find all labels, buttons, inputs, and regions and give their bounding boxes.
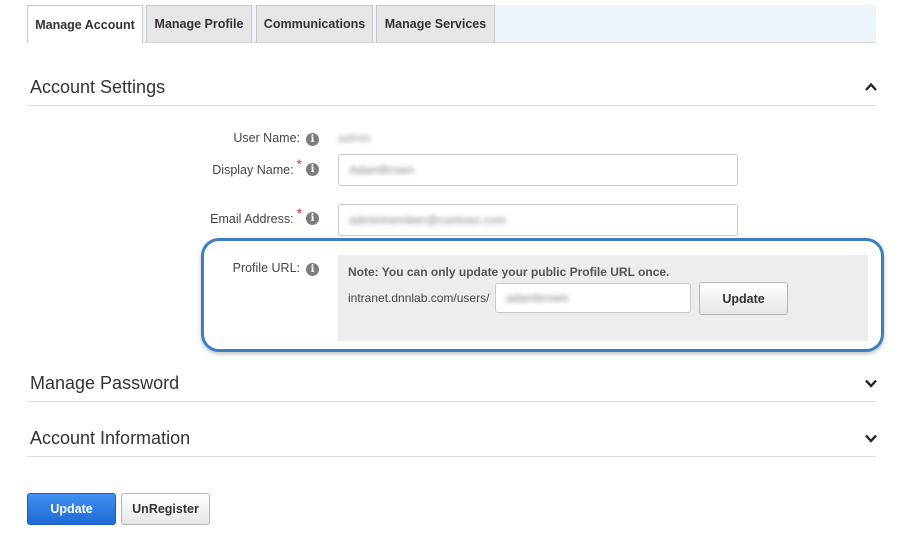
info-icon[interactable]: i [306, 133, 319, 146]
display-name-label: Display Name: * [0, 156, 302, 177]
email-label-text: Email Address: [210, 212, 294, 226]
info-icon[interactable]: i [306, 163, 319, 176]
unregister-button[interactable]: UnRegister [121, 493, 210, 525]
display-name-value: AdamBrown [349, 163, 415, 177]
chevron-down-icon[interactable] [864, 431, 878, 445]
required-mark: * [296, 156, 302, 172]
update-button[interactable]: Update [27, 493, 116, 525]
section-title-manage-password[interactable]: Manage Password [30, 373, 179, 394]
display-name-field[interactable]: AdamBrown [338, 154, 738, 186]
section-title-account-information[interactable]: Account Information [30, 428, 190, 449]
chevron-down-icon[interactable] [864, 376, 878, 390]
required-mark: * [296, 205, 302, 221]
tab-manage-profile[interactable]: Manage Profile [146, 5, 252, 42]
section-divider [27, 105, 876, 106]
email-value: adminmember@contoso.com [349, 213, 506, 227]
email-label: Email Address: * [0, 205, 302, 226]
tab-manage-account[interactable]: Manage Account [27, 5, 143, 43]
email-field[interactable]: adminmember@contoso.com [338, 204, 738, 236]
highlight-outline [201, 238, 884, 352]
section-title-account-settings[interactable]: Account Settings [30, 77, 165, 98]
section-divider [27, 401, 876, 402]
tab-manage-services[interactable]: Manage Services [376, 5, 495, 42]
tab-communications[interactable]: Communications [256, 5, 373, 42]
display-name-label-text: Display Name: [212, 163, 294, 177]
info-icon[interactable]: i [306, 212, 319, 225]
chevron-up-icon[interactable] [864, 80, 878, 94]
section-divider [27, 456, 876, 457]
user-name-value: admin [338, 131, 371, 145]
user-name-label: User Name: [233, 131, 300, 145]
